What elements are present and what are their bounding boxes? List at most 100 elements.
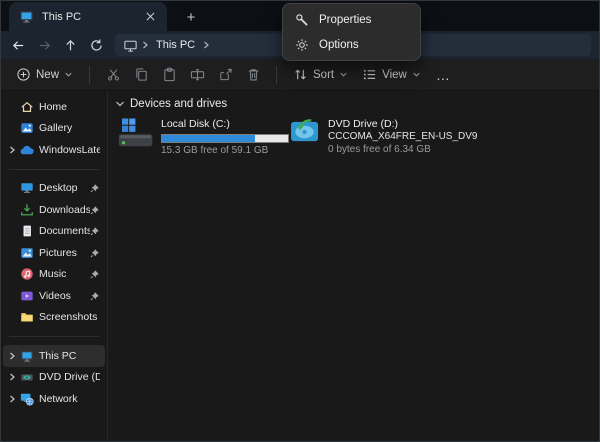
dvd-disc-icon [290, 118, 321, 145]
pin-icon[interactable] [90, 291, 100, 301]
menu-item-options[interactable]: Options [283, 32, 420, 57]
sidebar-item-onedrive[interactable]: WindowsLatest - Pe [3, 139, 105, 161]
chevron-expand-icon[interactable] [6, 351, 18, 361]
copy-button[interactable] [127, 62, 155, 88]
home-icon [18, 100, 35, 114]
sidebar-item-screenshots[interactable]: Screenshots [3, 307, 105, 329]
drive-free-space: 15.3 GB free of 59.1 GB [161, 145, 289, 157]
sort-icon [293, 67, 308, 82]
view-button[interactable]: View [355, 62, 428, 88]
sidebar-divider [9, 336, 99, 337]
new-button[interactable]: New [9, 62, 80, 88]
documents-icon [18, 224, 35, 238]
arrow-left-icon [11, 38, 26, 53]
sidebar-item-dvd-drive[interactable]: DVD Drive (D:) CCC [3, 367, 105, 389]
view-button-label: View [382, 69, 407, 81]
drive-name: DVD Drive (D:) [328, 118, 478, 131]
drive-free-space: 0 bytes free of 6.34 GB [328, 144, 478, 156]
forward-button[interactable] [31, 33, 57, 57]
chevron-right-icon[interactable] [202, 40, 210, 50]
dvd-drive-icon [18, 370, 35, 384]
rename-button[interactable] [183, 62, 211, 88]
paste-button[interactable] [155, 62, 183, 88]
breadcrumb-item-this-pc[interactable]: This PC [156, 39, 195, 51]
toolbar-separator [276, 66, 277, 84]
music-icon [18, 267, 35, 281]
gallery-icon [18, 121, 35, 135]
tab-title: This PC [42, 11, 141, 23]
sidebar-item-desktop[interactable]: Desktop [3, 178, 105, 200]
menu-item-label: Options [319, 39, 359, 51]
cut-button[interactable] [99, 62, 127, 88]
chevron-down-icon [115, 100, 125, 108]
sidebar-item-this-pc[interactable]: This PC [3, 345, 105, 367]
sidebar-item-home[interactable]: Home [3, 96, 105, 118]
see-more-button[interactable]: … [428, 67, 459, 83]
arrow-right-icon [37, 38, 52, 53]
sidebar-item-downloads[interactable]: Downloads [3, 199, 105, 221]
sidebar-item-gallery[interactable]: Gallery [3, 118, 105, 140]
arrow-up-icon [63, 38, 78, 53]
folder-icon [18, 310, 35, 324]
rename-icon [190, 67, 205, 82]
pin-icon[interactable] [90, 248, 100, 258]
sidebar-divider [9, 169, 99, 170]
view-icon [362, 67, 377, 82]
close-icon[interactable] [141, 8, 159, 26]
wrench-icon [295, 13, 309, 27]
menu-item-properties[interactable]: Properties [283, 7, 420, 32]
share-button[interactable] [211, 62, 239, 88]
file-explorer-window: This PC + This PC [0, 0, 600, 442]
sidebar-item-pictures[interactable]: Pictures [3, 242, 105, 264]
pin-icon[interactable] [90, 205, 100, 215]
sidebar-item-network[interactable]: Network [3, 388, 105, 410]
chevron-expand-icon[interactable] [6, 394, 18, 404]
file-list-area: Devices and drives Local Disk (C:) 15.3 … [108, 91, 599, 442]
drive-item-local-disk-c[interactable]: Local Disk (C:) 15.3 GB free of 59.1 GB [118, 118, 290, 157]
copy-icon [134, 67, 149, 82]
share-icon [218, 67, 233, 82]
refresh-icon [89, 38, 104, 53]
hard-drive-icon [118, 118, 154, 149]
monitor-icon [18, 349, 35, 363]
tab-this-pc[interactable]: This PC [9, 2, 167, 31]
gear-icon [295, 38, 309, 52]
sidebar-item-videos[interactable]: Videos [3, 285, 105, 307]
chevron-down-icon [339, 70, 348, 79]
disk-usage-bar [161, 134, 289, 143]
chevron-down-icon [64, 70, 73, 79]
paste-icon [162, 67, 177, 82]
sort-button-label: Sort [313, 69, 334, 81]
pictures-icon [18, 246, 35, 260]
pin-icon[interactable] [90, 183, 100, 193]
chevron-right-icon [141, 40, 149, 50]
context-menu: Properties Options [282, 3, 421, 61]
monitor-outline-icon [123, 38, 138, 53]
sidebar-item-documents[interactable]: Documents [3, 221, 105, 243]
chevron-expand-icon[interactable] [6, 372, 18, 382]
refresh-button[interactable] [83, 33, 109, 57]
new-tab-button[interactable]: + [179, 5, 203, 29]
group-header-label: Devices and drives [130, 98, 227, 110]
group-header-devices-and-drives[interactable]: Devices and drives [115, 98, 599, 110]
plus-circle-icon [16, 67, 31, 82]
drive-volume-label: CCCOMA_X64FRE_EN-US_DV9 [328, 131, 478, 143]
up-button[interactable] [57, 33, 83, 57]
delete-button[interactable] [239, 62, 267, 88]
plus-icon: + [187, 9, 196, 26]
drive-name: Local Disk (C:) [161, 118, 289, 131]
desktop-icon [18, 181, 35, 195]
drive-item-dvd-d[interactable]: DVD Drive (D:) CCCOMA_X64FRE_EN-US_DV9 0… [290, 118, 478, 157]
chevron-expand-icon[interactable] [6, 145, 18, 155]
pin-icon[interactable] [90, 269, 100, 279]
command-toolbar: New Sort View [1, 59, 599, 91]
navigation-pane: Home Gallery WindowsLatest - Pe Desktop [1, 91, 108, 442]
sidebar-item-music[interactable]: Music [3, 264, 105, 286]
pin-icon[interactable] [90, 226, 100, 236]
chevron-down-icon [412, 70, 421, 79]
sort-button[interactable]: Sort [286, 62, 355, 88]
back-button[interactable] [5, 33, 31, 57]
monitor-icon [19, 9, 34, 24]
trash-icon [246, 67, 261, 82]
videos-icon [18, 289, 35, 303]
